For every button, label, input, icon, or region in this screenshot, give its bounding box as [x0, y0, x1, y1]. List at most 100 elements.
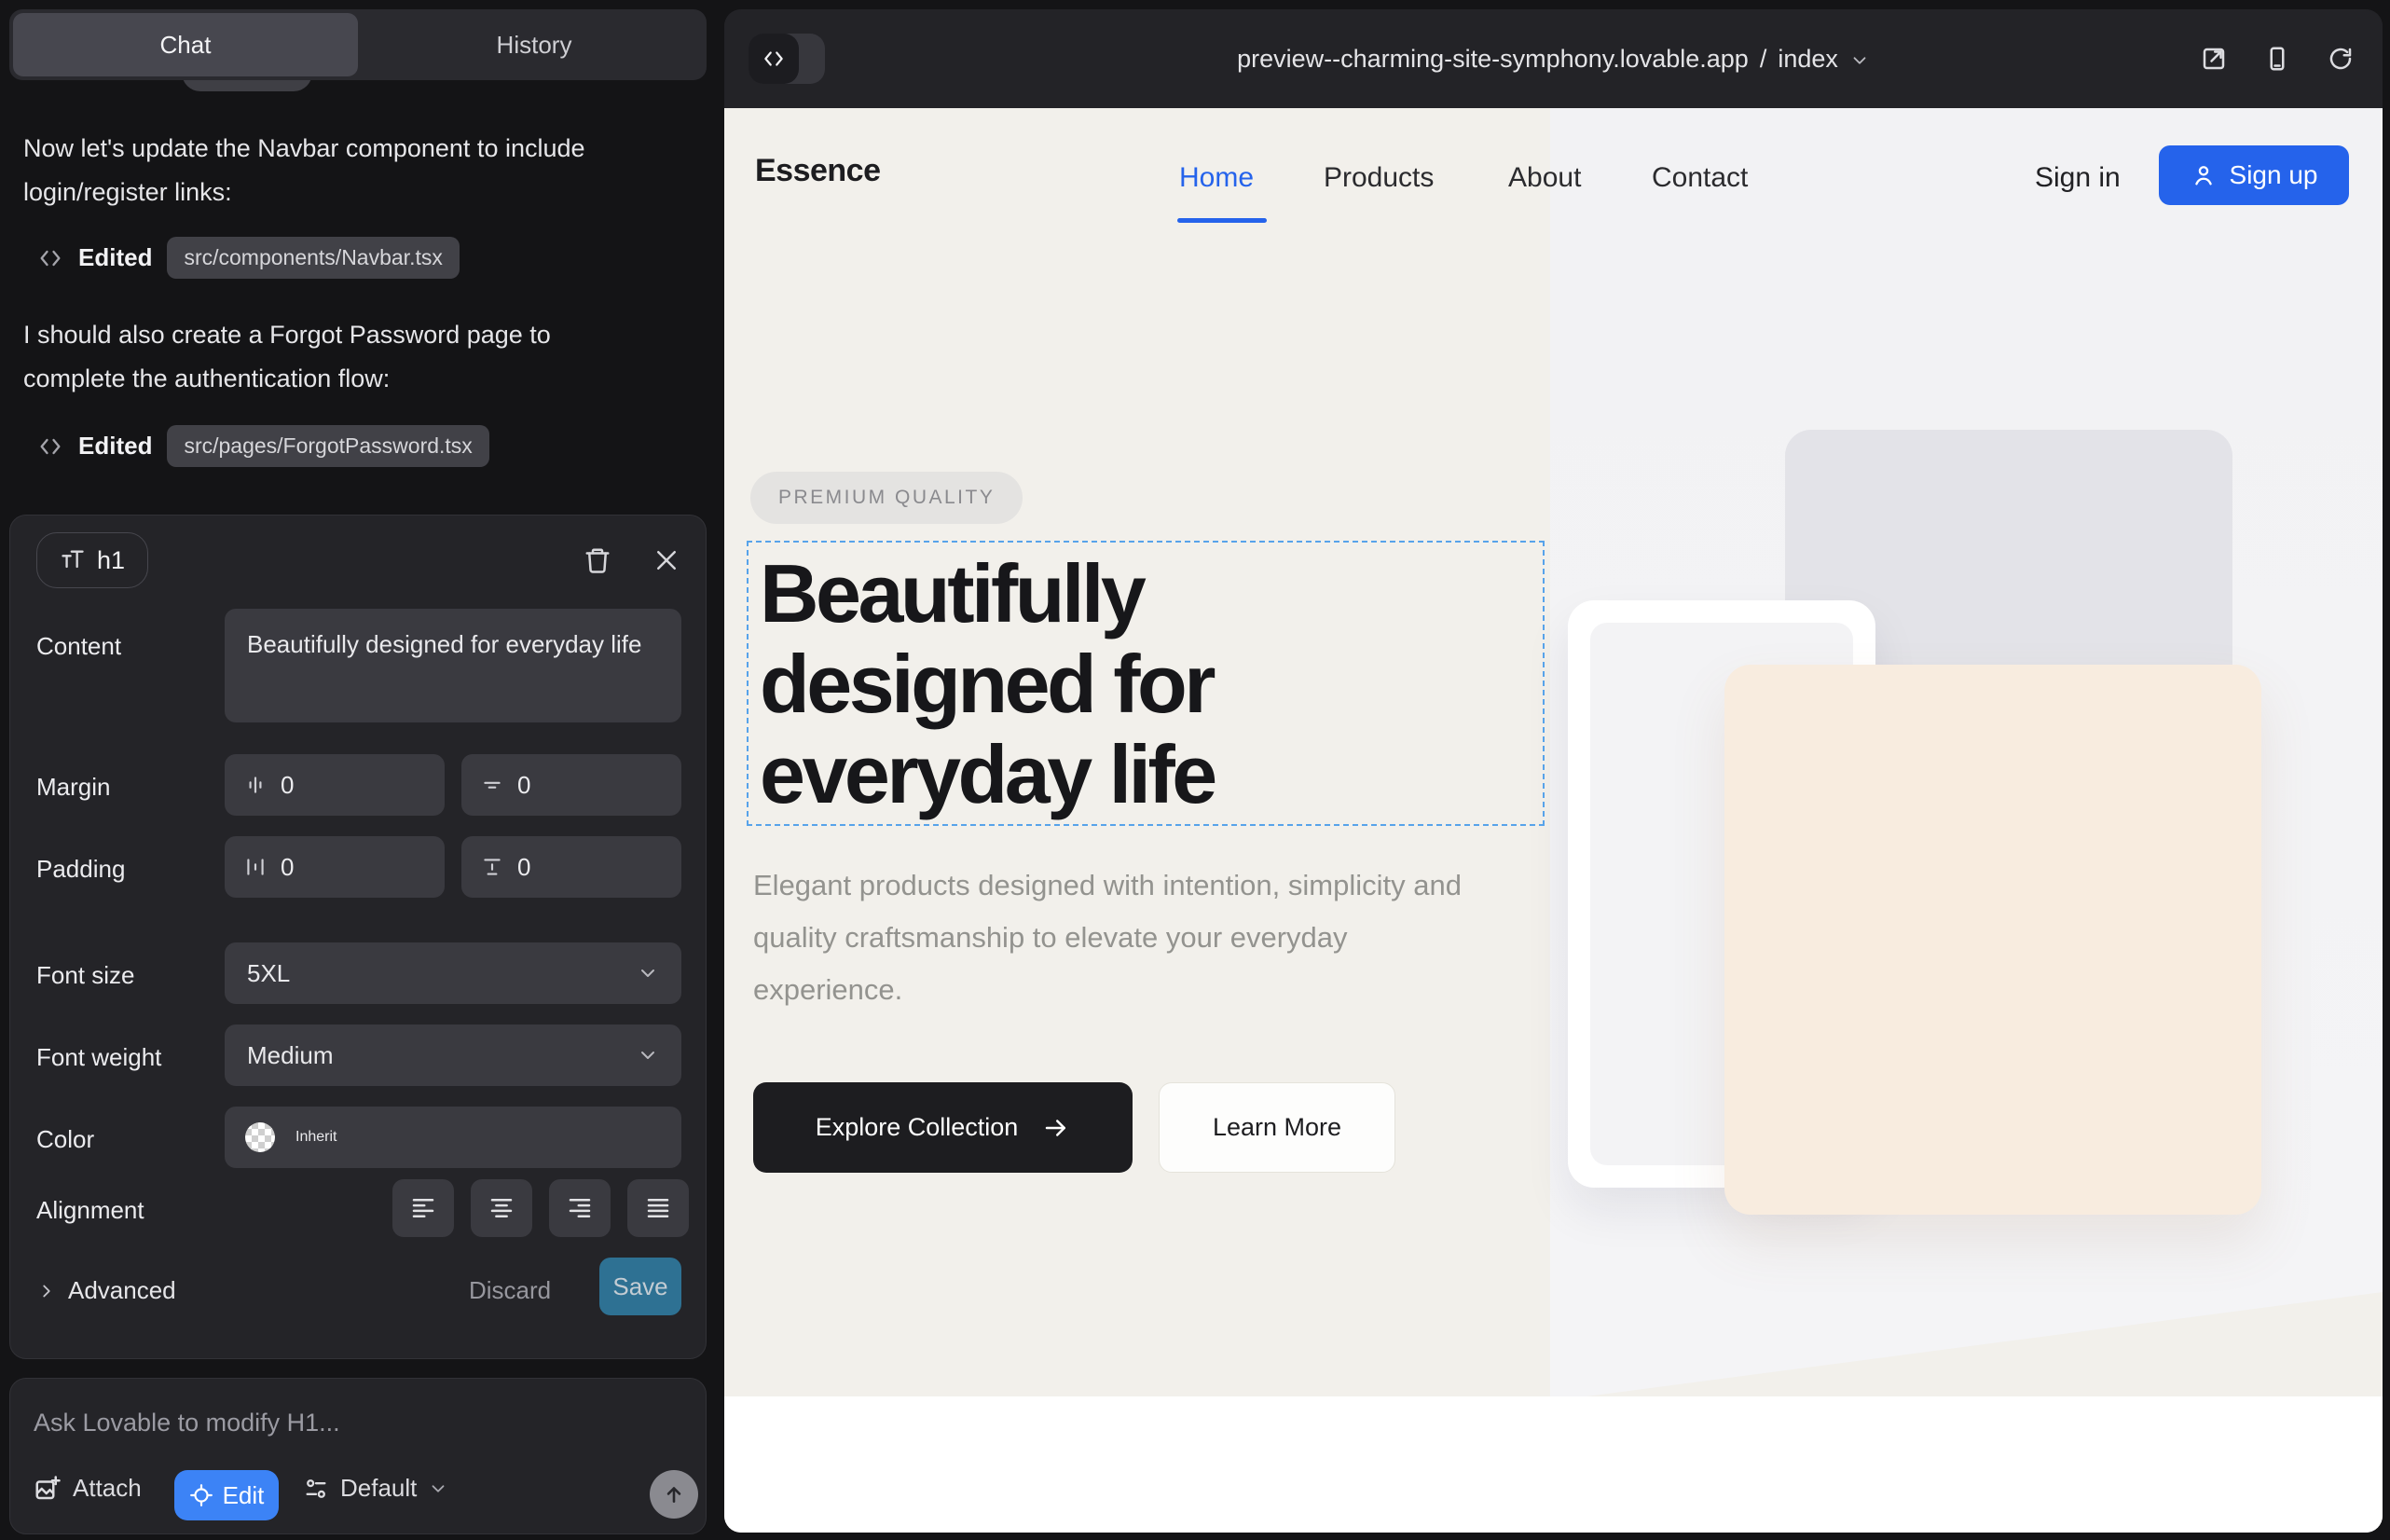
advanced-label: Advanced [68, 1276, 176, 1305]
sign-up-button[interactable]: Sign up [2159, 145, 2349, 205]
margin-x-input[interactable] [225, 754, 445, 816]
chevron-down-icon [637, 1044, 659, 1066]
font-weight-label: Font weight [36, 1043, 161, 1072]
app-window: ⋯ Chat History Now let's update the Navb… [0, 0, 2390, 1540]
refresh-icon[interactable] [2327, 45, 2355, 73]
typography-icon [60, 547, 86, 573]
mode-label: Default [340, 1474, 417, 1503]
image-plus-icon [34, 1475, 62, 1503]
tab-history[interactable]: History [362, 9, 707, 80]
nav-link-home[interactable]: Home [1179, 162, 1254, 194]
nav-link-products[interactable]: Products [1324, 162, 1434, 194]
color-label: Color [36, 1125, 94, 1154]
chevron-down-icon [428, 1478, 448, 1499]
site-preview-page: Essence Home Products About Contact Sign… [724, 108, 2383, 1533]
decorative-beige-card [1724, 665, 2261, 1215]
delete-element-button[interactable] [577, 540, 618, 581]
current-page: index [1778, 45, 1838, 74]
sign-up-label: Sign up [2230, 160, 2318, 190]
save-button[interactable]: Save [599, 1258, 681, 1315]
url-separator: / [1760, 45, 1767, 74]
learn-more-button[interactable]: Learn More [1159, 1082, 1395, 1173]
content-input[interactable]: Beautifully designed for everyday life [225, 609, 681, 722]
align-left-button[interactable] [392, 1179, 454, 1237]
color-value: Inherit [295, 1129, 337, 1146]
sign-in-link[interactable]: Sign in [2035, 162, 2121, 194]
explore-collection-button[interactable]: Explore Collection [753, 1082, 1133, 1173]
advanced-toggle[interactable]: Advanced [36, 1276, 176, 1305]
section-below-hero [724, 1396, 2383, 1533]
element-tag-label: h1 [97, 546, 125, 575]
margin-y-icon [480, 773, 504, 797]
chat-sidebar: ⋯ Chat History Now let's update the Navb… [0, 0, 716, 1540]
explore-collection-label: Explore Collection [816, 1113, 1019, 1142]
site-logo[interactable]: Essence [755, 153, 881, 189]
hero-heading[interactable]: Beautifully designed for everyday life [760, 548, 1468, 819]
nav-link-about[interactable]: About [1508, 162, 1581, 194]
tab-chat[interactable]: Chat [13, 13, 358, 76]
chevron-down-icon [1849, 50, 1870, 71]
sliders-icon [303, 1476, 329, 1502]
align-center-button[interactable] [471, 1179, 532, 1237]
edited-file-row: Edited src/components/Navbar.tsx [37, 237, 460, 279]
discard-button[interactable]: Discard [469, 1276, 551, 1305]
chat-message: I should also create a Forgot Password p… [23, 313, 601, 401]
open-external-icon[interactable] [2200, 45, 2228, 73]
premium-quality-badge: PREMIUM QUALITY [750, 472, 1023, 524]
padding-label: Padding [36, 855, 125, 884]
nav-link-contact[interactable]: Contact [1652, 162, 1748, 194]
preview-browser-window: preview--charming-site-symphony.lovable.… [724, 9, 2383, 1533]
mobile-preview-icon[interactable] [2263, 45, 2291, 73]
padding-x-input[interactable] [225, 836, 445, 898]
align-right-button[interactable] [549, 1179, 611, 1237]
margin-x-icon [243, 773, 268, 797]
edited-label: Edited [78, 432, 152, 461]
alignment-label: Alignment [36, 1196, 144, 1225]
padding-y-icon [480, 855, 504, 879]
content-label: Content [36, 632, 121, 661]
chevron-right-icon [36, 1281, 57, 1301]
edit-mode-button[interactable]: Edit [174, 1470, 279, 1520]
browser-actions [2200, 9, 2355, 108]
user-icon [2191, 162, 2217, 188]
url-bar[interactable]: preview--charming-site-symphony.lovable.… [724, 9, 2383, 108]
file-chip[interactable]: src/components/Navbar.tsx [167, 237, 459, 279]
file-chip[interactable]: src/pages/ForgotPassword.tsx [167, 425, 488, 467]
font-weight-select[interactable]: Medium [225, 1024, 681, 1086]
margin-label: Margin [36, 773, 110, 802]
align-justify-button[interactable] [627, 1179, 689, 1237]
edited-file-row: Edited src/pages/ForgotPassword.tsx [37, 425, 489, 467]
font-size-value: 5XL [247, 959, 290, 988]
selected-element-tag[interactable]: h1 [36, 532, 148, 588]
element-editor-panel: h1 Content Beautifully designed for ever… [9, 515, 707, 1359]
padding-y-input[interactable] [461, 836, 681, 898]
hero-description: Elegant products designed with intention… [753, 859, 1499, 1016]
chat-composer: Attach Edit Default [9, 1378, 707, 1534]
active-nav-underline [1177, 218, 1267, 223]
chat-message: Now let's update the Navbar component to… [23, 127, 601, 214]
arrow-up-icon [662, 1482, 686, 1506]
preview-url: preview--charming-site-symphony.lovable.… [1237, 45, 1749, 74]
browser-toolbar: preview--charming-site-symphony.lovable.… [724, 9, 2383, 108]
margin-y-input[interactable] [461, 754, 681, 816]
code-icon [37, 433, 63, 460]
close-editor-button[interactable] [646, 540, 687, 581]
send-button[interactable] [650, 1470, 698, 1519]
color-select[interactable]: Inherit [225, 1107, 681, 1168]
code-icon [749, 34, 799, 84]
attach-label: Attach [73, 1474, 142, 1503]
edited-label: Edited [78, 243, 152, 272]
padding-x-icon [243, 855, 268, 879]
edit-label: Edit [223, 1481, 265, 1510]
attach-button[interactable]: Attach [34, 1474, 142, 1503]
selected-element-outline[interactable]: Beautifully designed for everyday life [747, 541, 1545, 826]
code-view-toggle[interactable] [749, 34, 825, 84]
arrow-right-icon [1042, 1114, 1070, 1142]
chevron-down-icon [637, 962, 659, 984]
sidebar-tabs: Chat History [9, 9, 707, 80]
font-size-label: Font size [36, 961, 135, 990]
mode-selector[interactable]: Default [303, 1474, 448, 1503]
color-swatch [245, 1122, 275, 1152]
composer-input[interactable] [34, 1396, 681, 1450]
font-size-select[interactable]: 5XL [225, 942, 681, 1004]
